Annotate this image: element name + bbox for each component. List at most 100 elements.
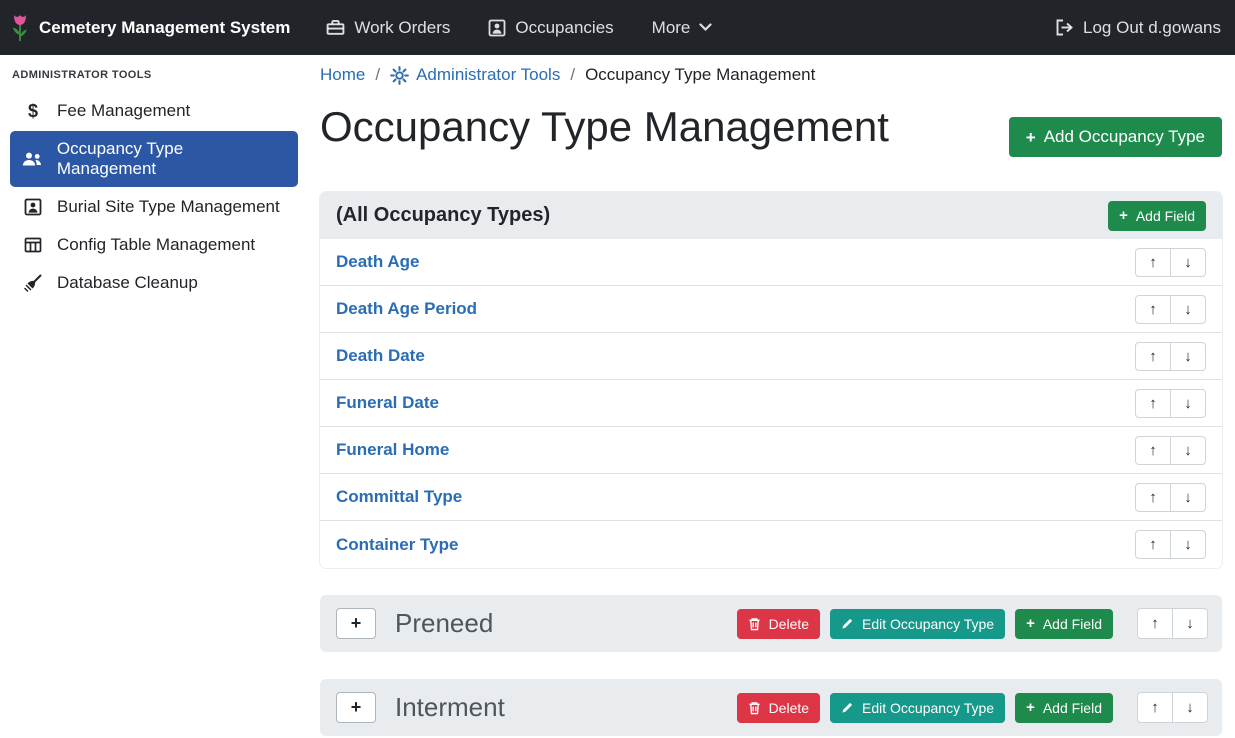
field-link[interactable]: Death Age Period: [336, 299, 477, 319]
move-down-button[interactable]: ↓: [1170, 530, 1206, 559]
move-up-button[interactable]: ↑: [1137, 692, 1173, 723]
sidebar-item-label: Fee Management: [57, 101, 190, 121]
portrait-icon: [22, 198, 44, 216]
field-row: Death Age Period ↑ ↓: [320, 286, 1222, 333]
flower-icon: [10, 13, 30, 43]
move-down-button[interactable]: ↓: [1172, 692, 1208, 723]
move-down-button[interactable]: ↓: [1170, 483, 1206, 512]
pencil-icon: [841, 617, 854, 630]
sidebar-item-label: Database Cleanup: [57, 273, 198, 293]
reorder-group: ↑ ↓: [1135, 389, 1206, 418]
toolbox-icon: [326, 19, 345, 36]
plus-icon: +: [1026, 129, 1036, 146]
move-up-button[interactable]: ↑: [1135, 436, 1171, 465]
move-up-button[interactable]: ↑: [1135, 342, 1171, 371]
move-down-button[interactable]: ↓: [1170, 342, 1206, 371]
move-up-button[interactable]: ↑: [1135, 389, 1171, 418]
reorder-group: ↑ ↓: [1135, 483, 1206, 512]
main-content: Home / Administrator Tools: [308, 55, 1235, 738]
breadcrumb-home[interactable]: Home: [320, 65, 365, 85]
add-occupancy-type-label: Add Occupancy Type: [1044, 127, 1205, 147]
field-row: Funeral Home ↑ ↓: [320, 427, 1222, 474]
move-down-button[interactable]: ↓: [1170, 248, 1206, 277]
section-actions: Delete Edit Occupancy Type + Add Field: [737, 608, 1208, 639]
move-up-button[interactable]: ↑: [1135, 530, 1171, 559]
sidebar-item-database-cleanup[interactable]: Database Cleanup: [10, 265, 298, 301]
dollar-icon: $: [22, 102, 44, 120]
logout-label: Log Out d.gowans: [1083, 18, 1221, 38]
reorder-group: ↑ ↓: [1135, 295, 1206, 324]
all-occupancy-types-header: (All Occupancy Types) + Add Field: [320, 192, 1222, 239]
sidebar-item-label: Occupancy Type Management: [57, 139, 286, 179]
move-down-button[interactable]: ↓: [1170, 389, 1206, 418]
pencil-icon: [841, 701, 854, 714]
broom-icon: [22, 274, 44, 292]
move-down-button[interactable]: ↓: [1170, 436, 1206, 465]
logout-link[interactable]: Log Out d.gowans: [1055, 18, 1221, 38]
nav-work-orders-label: Work Orders: [354, 18, 450, 38]
edit-occupancy-type-label: Edit Occupancy Type: [862, 616, 994, 632]
reorder-group: ↑ ↓: [1137, 608, 1208, 639]
all-occupancy-types-card: (All Occupancy Types) + Add Field Death …: [320, 192, 1222, 568]
delete-label: Delete: [769, 700, 809, 716]
add-field-label: Add Field: [1136, 208, 1195, 224]
add-field-button[interactable]: + Add Field: [1108, 201, 1206, 231]
field-row: Death Date ↑ ↓: [320, 333, 1222, 380]
field-link[interactable]: Death Date: [336, 346, 425, 366]
reorder-group: ↑ ↓: [1137, 692, 1208, 723]
nav-work-orders[interactable]: Work Orders: [326, 18, 450, 38]
edit-occupancy-type-button[interactable]: Edit Occupancy Type: [830, 609, 1005, 639]
move-down-button[interactable]: ↓: [1172, 608, 1208, 639]
field-link[interactable]: Committal Type: [336, 487, 462, 507]
reorder-group: ↑ ↓: [1135, 530, 1206, 559]
field-link[interactable]: Funeral Home: [336, 440, 449, 460]
nav-occupancies[interactable]: Occupancies: [488, 18, 613, 38]
delete-button[interactable]: Delete: [737, 609, 820, 639]
field-link[interactable]: Funeral Date: [336, 393, 439, 413]
section-title: Preneed: [395, 608, 493, 639]
page-header: Occupancy Type Management + Add Occupanc…: [320, 103, 1222, 157]
sidebar-list: $ Fee Management Occupancy Type Manageme…: [0, 93, 308, 301]
add-occupancy-type-button[interactable]: + Add Occupancy Type: [1009, 117, 1222, 157]
brand[interactable]: Cemetery Management System: [10, 13, 290, 43]
move-up-button[interactable]: ↑: [1135, 295, 1171, 324]
reorder-group: ↑ ↓: [1135, 342, 1206, 371]
delete-button[interactable]: Delete: [737, 693, 820, 723]
edit-occupancy-type-button[interactable]: Edit Occupancy Type: [830, 693, 1005, 723]
move-up-button[interactable]: ↑: [1135, 483, 1171, 512]
field-link[interactable]: Death Age: [336, 252, 419, 272]
expand-section-button[interactable]: +: [336, 608, 376, 639]
sidebar-header: ADMINISTRATOR TOOLS: [0, 63, 308, 91]
breadcrumb-admin-tools[interactable]: Administrator Tools: [390, 65, 560, 85]
move-down-button[interactable]: ↓: [1170, 295, 1206, 324]
breadcrumb-admin-tools-label: Administrator Tools: [416, 65, 560, 85]
sidebar-item-burial-site-type-management[interactable]: Burial Site Type Management: [10, 189, 298, 225]
field-row: Committal Type ↑ ↓: [320, 474, 1222, 521]
breadcrumb: Home / Administrator Tools: [320, 65, 1222, 85]
add-field-button[interactable]: + Add Field: [1015, 693, 1113, 723]
sidebar-item-fee-management[interactable]: $ Fee Management: [10, 93, 298, 129]
edit-occupancy-type-label: Edit Occupancy Type: [862, 700, 994, 716]
plus-icon: +: [1026, 616, 1035, 631]
plus-icon: +: [1026, 700, 1035, 715]
sidebar-item-occupancy-type-management[interactable]: Occupancy Type Management: [10, 131, 298, 187]
portrait-icon: [488, 19, 506, 37]
sidebar-item-label: Burial Site Type Management: [57, 197, 280, 217]
section-interment: + Interment Delete: [320, 679, 1222, 736]
move-up-button[interactable]: ↑: [1135, 248, 1171, 277]
nav-occupancies-label: Occupancies: [515, 18, 613, 38]
field-link[interactable]: Container Type: [336, 535, 458, 555]
add-field-button[interactable]: + Add Field: [1015, 609, 1113, 639]
section-preneed: + Preneed Delete: [320, 595, 1222, 652]
chevron-down-icon: [699, 23, 712, 32]
breadcrumb-current: Occupancy Type Management: [585, 65, 815, 85]
brand-title: Cemetery Management System: [39, 18, 290, 38]
move-up-button[interactable]: ↑: [1137, 608, 1173, 639]
add-field-label: Add Field: [1043, 616, 1102, 632]
trash-icon: [748, 701, 761, 715]
sidebar-item-config-table-management[interactable]: Config Table Management: [10, 227, 298, 263]
expand-section-button[interactable]: +: [336, 692, 376, 723]
nav-more[interactable]: More: [652, 18, 713, 38]
plus-icon: +: [1119, 208, 1128, 223]
field-row: Funeral Date ↑ ↓: [320, 380, 1222, 427]
